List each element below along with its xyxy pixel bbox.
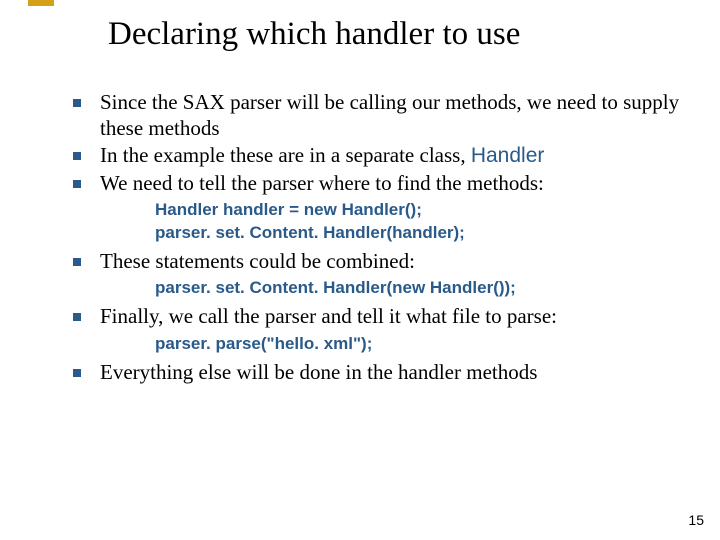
list-item: Finally, we call the parser and tell it … — [70, 304, 680, 355]
bullet-text: Since the SAX parser will be calling our… — [100, 90, 679, 140]
list-item: Everything else will be done in the hand… — [70, 360, 680, 386]
list-item: Since the SAX parser will be calling our… — [70, 90, 680, 141]
list-item: In the example these are in a separate c… — [70, 143, 680, 169]
accent-line — [28, 0, 54, 6]
code-line: parser. set. Content. Handler(handler); — [155, 222, 680, 244]
code-block: parser. parse("hello. xml"); — [155, 333, 680, 355]
code-line: Handler handler = new Handler(); — [155, 199, 680, 221]
list-item: These statements could be combined: pars… — [70, 249, 680, 300]
list-item: We need to tell the parser where to find… — [70, 171, 680, 244]
code-block: Handler handler = new Handler(); parser.… — [155, 199, 680, 243]
bullet-text: In the example these are in a separate c… — [100, 143, 471, 167]
bullet-text: These statements could be combined: — [100, 249, 415, 273]
slide-content: Since the SAX parser will be calling our… — [70, 90, 680, 388]
page-number: 15 — [688, 512, 704, 528]
code-line: parser. set. Content. Handler(new Handle… — [155, 277, 680, 299]
code-line: parser. parse("hello. xml"); — [155, 333, 680, 355]
code-block: parser. set. Content. Handler(new Handle… — [155, 277, 680, 299]
slide-title: Declaring which handler to use — [108, 16, 520, 53]
code-inline: Handler — [471, 144, 545, 167]
bullet-text: Finally, we call the parser and tell it … — [100, 304, 557, 328]
bullet-text: We need to tell the parser where to find… — [100, 171, 544, 195]
bullet-text: Everything else will be done in the hand… — [100, 360, 537, 384]
bullet-list: Since the SAX parser will be calling our… — [70, 90, 680, 386]
